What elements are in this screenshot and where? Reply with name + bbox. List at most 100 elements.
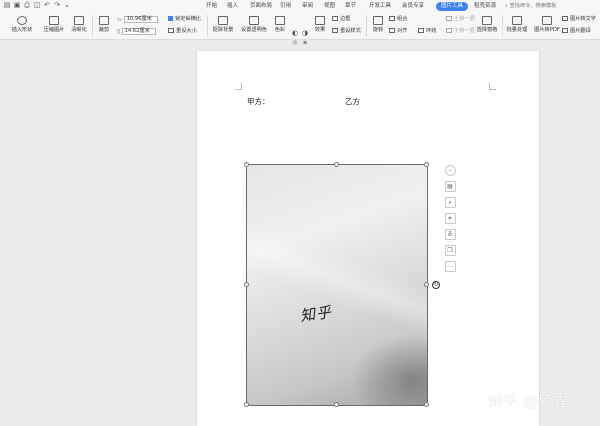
contrast-down-icon[interactable]: ◑ [301,29,309,37]
rotate-handle-icon[interactable]: ↻ [432,281,440,289]
resize-handle-left[interactable] [244,282,249,287]
tab-page-layout[interactable]: 页面布局 [250,2,272,11]
width-input[interactable]: 10.96厘米 [123,16,158,23]
tab-insert[interactable]: 插入 [227,2,238,11]
reset-style-button[interactable]: 重设样式 [332,28,361,35]
send-backward-icon [446,28,452,33]
wrap-button[interactable]: 环绕 [418,28,436,35]
bring-forward-icon [446,16,452,21]
layout-options-icon[interactable]: ▤ [444,181,456,192]
batch-process-button[interactable]: 批量处理 [504,16,530,34]
tab-docer[interactable]: 稻壳资源 [474,2,496,11]
height-spinner[interactable]: ▯ 14.62厘米 [117,28,156,36]
copy-picture-icon[interactable]: ❐ [444,245,456,256]
ribbon-divider [502,15,503,36]
margin-mark [489,83,496,90]
height-icon: ▯ [117,29,120,35]
search-icon: ⌕ [505,3,508,9]
print-icon[interactable]: ⎙ [23,1,31,9]
height-input[interactable]: 14.62厘米 [121,28,156,35]
translate-icon [562,28,568,33]
selection-pane-icon [482,16,492,25]
combine-button[interactable]: 组合 [389,16,407,23]
command-search[interactable]: ⌕ 查找命令、搜索模板 [505,2,556,11]
ribbon-divider [207,15,208,36]
preview-icon[interactable]: ◫ [33,1,41,9]
tab-references[interactable]: 引用 [280,2,291,11]
compress-icon [49,16,59,25]
remove-background-button[interactable]: 抠除背景 [210,16,236,34]
clarity-button[interactable]: 清晰化 [68,16,90,34]
send-backward-button[interactable]: 下移一层 [446,28,475,35]
reset-size-button[interactable]: 重设大小 [168,28,197,35]
tab-member[interactable]: 会员专享 [402,2,424,11]
compress-picture-button[interactable]: 压缩图片 [41,16,67,34]
reset-style-icon [332,28,338,33]
align-button[interactable]: 对齐 [389,28,407,35]
set-transparent-button[interactable]: 设置透明色 [239,16,269,34]
save-icon[interactable]: ▣ [13,1,21,9]
batch-icon [512,16,522,25]
insert-shape-button[interactable]: 插入形状 [8,16,36,34]
effects-icon [315,16,325,25]
resize-handle-top-right[interactable] [424,162,429,167]
floating-picture-toolbar: – ▤ ⌕ ⌗ ♁ ❐ ⋯ [442,165,458,277]
tab-view[interactable]: 视图 [324,2,335,11]
width-spinner[interactable]: ▭ 10.96厘米 [117,16,158,24]
rotate-button[interactable]: 旋转 [369,16,387,34]
align-icon [389,28,395,33]
chevron-down-icon[interactable]: ⌄ [63,1,71,9]
color-button[interactable]: 色彩 [271,16,289,34]
picture-to-pdf-button[interactable]: 图片转PDF [533,16,561,34]
paper-fold-shade [247,165,427,405]
shape-icon [17,16,27,25]
brightness-down-icon[interactable]: ☀ [301,39,309,47]
reset-size-icon [168,28,174,33]
crop-button[interactable]: 裁剪 [95,16,113,34]
collapse-icon[interactable]: – [444,165,456,176]
handwritten-text: 知乎 [298,302,334,326]
resize-handle-top-left[interactable] [244,162,249,167]
menu-tab-bar: ▤ ▣ ⎙ ◫ ↶ ↷ ⌄ 开始 插入 页面布局 引用 审阅 视图 章节 开发工… [0,0,600,12]
effects-button[interactable]: 效果 [311,16,329,34]
remove-background-icon [218,16,228,25]
redo-icon[interactable]: ↷ [53,1,61,9]
selection-pane-button[interactable]: 选择窗格 [475,16,499,34]
resize-handle-bottom-right[interactable] [424,402,429,407]
undo-icon[interactable]: ↶ [43,1,51,9]
lock-ratio-checkbox[interactable]: 锁定纵横比 [168,16,201,23]
transparent-icon [249,16,259,25]
tab-picture-tools[interactable]: 图片工具 [436,2,469,11]
selected-picture[interactable]: 知乎 [246,164,428,406]
tab-review[interactable]: 审阅 [302,2,313,11]
border-icon [332,16,338,21]
checkbox-checked-icon [168,16,173,21]
resize-handle-top[interactable] [334,162,339,167]
tab-home[interactable]: 开始 [206,2,217,11]
zoom-icon[interactable]: ⌕ [444,197,456,208]
resize-handle-right[interactable] [424,282,429,287]
contrast-up-icon[interactable]: ◐ [291,29,299,37]
brightness-up-icon[interactable]: ☼ [291,39,299,47]
bulb-icon[interactable]: ♁ [444,229,456,240]
margin-mark [235,83,242,90]
pdf-icon [542,16,552,25]
resize-handle-bottom[interactable] [334,402,339,407]
clarity-icon [74,16,84,25]
ocr-icon [562,16,568,21]
crop-icon[interactable]: ⌗ [444,213,456,224]
search-placeholder: 查找命令、搜索模板 [509,3,557,9]
tab-chapter[interactable]: 章节 [345,2,356,11]
resize-handle-bottom-left[interactable] [244,402,249,407]
more-icon[interactable]: ⋯ [444,261,456,272]
tab-developer[interactable]: 开发工具 [369,2,391,11]
picture-translate-button[interactable]: 图片翻译 [562,28,591,35]
color-icon [275,16,285,25]
crop-icon [99,16,109,25]
bring-forward-button[interactable]: 上移一层 [446,16,475,23]
file-icon[interactable]: ▤ [3,1,11,9]
border-button[interactable]: 边框 [332,16,350,23]
picture-to-text-button[interactable]: 图片转文字 [562,16,596,23]
wrap-icon [418,28,424,33]
rotate-icon [373,16,383,25]
